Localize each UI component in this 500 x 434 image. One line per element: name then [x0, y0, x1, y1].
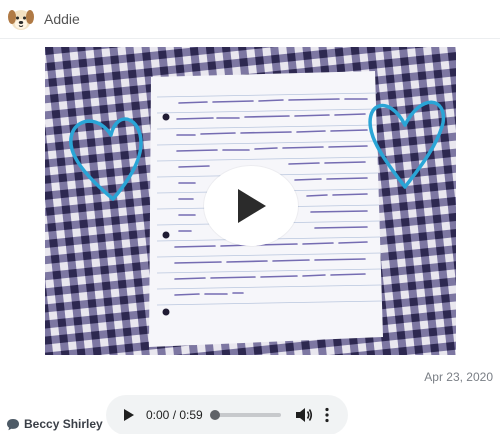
header-divider [0, 38, 500, 39]
play-icon [124, 409, 134, 421]
audio-more-options-button[interactable] [321, 406, 333, 424]
audio-time: 0:00 / 0:59 [146, 408, 203, 422]
video-play-button[interactable] [204, 166, 298, 246]
commenter-name[interactable]: Beccy Shirley [24, 417, 103, 431]
post-header: Addie [0, 0, 500, 38]
audio-seek-thumb[interactable] [209, 410, 220, 420]
more-vertical-icon [325, 407, 329, 423]
speech-bubble-icon [7, 418, 19, 430]
comment-author: Beccy Shirley [6, 417, 103, 431]
audio-seek-slider[interactable] [209, 410, 281, 420]
post-author-name[interactable]: Addie [44, 11, 80, 27]
audio-play-button[interactable] [120, 406, 138, 424]
play-icon [238, 189, 266, 223]
volume-icon [295, 408, 312, 422]
dog-face-icon[interactable] [7, 6, 35, 32]
post-date: Apr 23, 2020 [424, 370, 493, 384]
audio-volume-button[interactable] [295, 406, 313, 424]
audio-player: 0:00 / 0:59 [106, 395, 348, 434]
